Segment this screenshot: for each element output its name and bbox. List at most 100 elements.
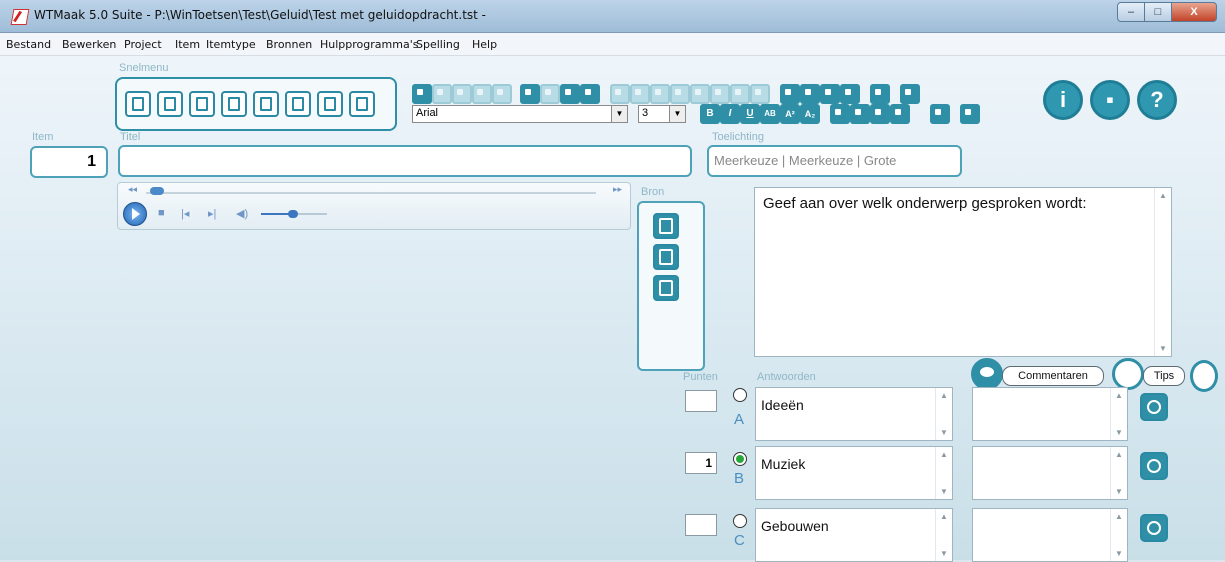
menu-bronnen[interactable]: Bronnen (266, 38, 312, 51)
commentaren-button[interactable]: Commentaren (1002, 366, 1104, 386)
split-icon[interactable] (710, 84, 730, 104)
save-icon[interactable] (189, 91, 215, 117)
expand-icon[interactable] (960, 104, 980, 124)
question-editor[interactable]: Geef aan over welk onderwerp gesproken w… (754, 187, 1172, 357)
size-select[interactable]: 3 ▼ (638, 105, 686, 123)
menu-help[interactable]: Help (472, 38, 497, 51)
underline-button[interactable]: U (740, 104, 760, 124)
formula-icon[interactable] (580, 84, 600, 104)
copy-icon[interactable] (472, 84, 492, 104)
edit-icon[interactable] (285, 91, 311, 117)
close-button[interactable]: X (1171, 2, 1217, 22)
image-source-icon[interactable] (653, 244, 679, 270)
points-field[interactable] (685, 514, 717, 536)
info-icon[interactable] (221, 91, 247, 117)
align-left-icon[interactable] (830, 104, 850, 124)
superscript-button[interactable]: A² (780, 104, 800, 124)
points-field[interactable] (685, 390, 717, 412)
table-props-icon[interactable] (750, 84, 770, 104)
answer-radio[interactable] (733, 452, 747, 466)
menu-project[interactable]: Project (124, 38, 162, 51)
align-center-icon[interactable] (850, 104, 870, 124)
maximize-button[interactable]: □ (1144, 2, 1172, 22)
answer-field[interactable]: Gebouwen ▲ ▼ (755, 508, 953, 562)
outdent-icon[interactable] (820, 84, 840, 104)
comment-scrollbar[interactable]: ▲ ▼ (1110, 447, 1127, 499)
tips-icon[interactable] (1112, 358, 1144, 390)
comment-scrollbar[interactable]: ▲ ▼ (1110, 388, 1127, 440)
format-icon[interactable] (520, 84, 540, 104)
previous-icon[interactable]: |◂ (181, 207, 189, 220)
paste-icon[interactable] (492, 84, 512, 104)
seek-bar[interactable] (146, 192, 596, 194)
item-number-field[interactable]: 1 (30, 146, 108, 178)
volume-icon[interactable]: ◀) (236, 207, 248, 220)
presentation-icon[interactable]: ▪ (1090, 80, 1130, 120)
comment-field[interactable]: ▲ ▼ (972, 508, 1128, 562)
menu-bestand[interactable]: Bestand (6, 38, 51, 51)
menu-bewerken[interactable]: Bewerken (62, 38, 116, 51)
bullets-icon[interactable] (780, 84, 800, 104)
numbering-icon[interactable] (800, 84, 820, 104)
help-icon[interactable]: ? (1137, 80, 1177, 120)
justify-icon[interactable] (890, 104, 910, 124)
titel-field[interactable] (118, 145, 692, 177)
clear-format-icon[interactable] (540, 84, 560, 104)
toelichting-field[interactable]: Meerkeuze | Meerkeuze | Grote (707, 145, 962, 177)
menu-itemtype[interactable]: Itemtype (206, 38, 256, 51)
spellcheck-icon[interactable] (253, 91, 279, 117)
subscript-button[interactable]: A₂ (800, 104, 820, 124)
answer-field[interactable]: Muziek ▲ ▼ (755, 446, 953, 500)
col-delete-icon[interactable] (670, 84, 690, 104)
new-file-icon[interactable] (125, 91, 151, 117)
bold-button[interactable]: B (700, 104, 720, 124)
answer-scrollbar[interactable]: ▲ ▼ (935, 388, 952, 440)
new-source-icon[interactable] (653, 213, 679, 239)
merge-icon[interactable] (690, 84, 710, 104)
answer-scrollbar[interactable]: ▲ ▼ (935, 447, 952, 499)
italic-button[interactable]: I (720, 104, 740, 124)
tag-icon[interactable] (1140, 452, 1168, 480)
stop-icon[interactable]: ■ (158, 207, 165, 219)
answer-field[interactable]: Ideeën ▲ ▼ (755, 387, 953, 441)
comment-scrollbar[interactable]: ▲ ▼ (1110, 509, 1127, 561)
frame-source-icon[interactable] (653, 275, 679, 301)
refresh-icon[interactable] (1190, 360, 1218, 392)
commentaren-icon[interactable] (971, 358, 1003, 390)
comment-field[interactable]: ▲ ▼ (972, 446, 1128, 500)
volume-knob[interactable] (288, 210, 298, 218)
font-select[interactable]: Arial ▼ (412, 105, 628, 123)
cut-icon[interactable] (452, 84, 472, 104)
image-icon[interactable] (870, 84, 890, 104)
minimize-button[interactable]: – (1117, 2, 1145, 22)
play-button[interactable] (123, 202, 147, 226)
open-file-icon[interactable] (157, 91, 183, 117)
question-scrollbar[interactable]: ▲ ▼ (1154, 188, 1171, 356)
tag-icon[interactable] (1140, 393, 1168, 421)
answer-radio[interactable] (733, 388, 747, 402)
points-field[interactable]: 1 (685, 452, 717, 474)
undo-icon[interactable] (412, 84, 432, 104)
forward-icon[interactable]: ▸▸ (613, 184, 622, 195)
row-delete-icon[interactable] (630, 84, 650, 104)
answer-radio[interactable] (733, 514, 747, 528)
answer-scrollbar[interactable]: ▲ ▼ (935, 509, 952, 561)
menu-item[interactable]: Item (175, 38, 200, 51)
info-circle-icon[interactable]: i (1043, 80, 1083, 120)
comment-field[interactable]: ▲ ▼ (972, 387, 1128, 441)
menu-spelling[interactable]: Spelling (416, 38, 460, 51)
export-icon[interactable] (317, 91, 343, 117)
cell-icon[interactable] (730, 84, 750, 104)
next-icon[interactable]: ▸| (208, 207, 216, 220)
rewind-icon[interactable]: ◂◂ (128, 184, 137, 195)
link-icon[interactable] (930, 104, 950, 124)
table-icon[interactable] (560, 84, 580, 104)
strikethrough-button[interactable]: AB (760, 104, 780, 124)
special-char-icon[interactable] (900, 84, 920, 104)
col-insert-icon[interactable] (650, 84, 670, 104)
tips-button[interactable]: Tips (1143, 366, 1185, 386)
menu-hulpprogrammas[interactable]: Hulpprogramma's (320, 38, 418, 51)
redo-icon[interactable] (432, 84, 452, 104)
seek-knob[interactable] (150, 187, 164, 195)
align-right-icon[interactable] (870, 104, 890, 124)
